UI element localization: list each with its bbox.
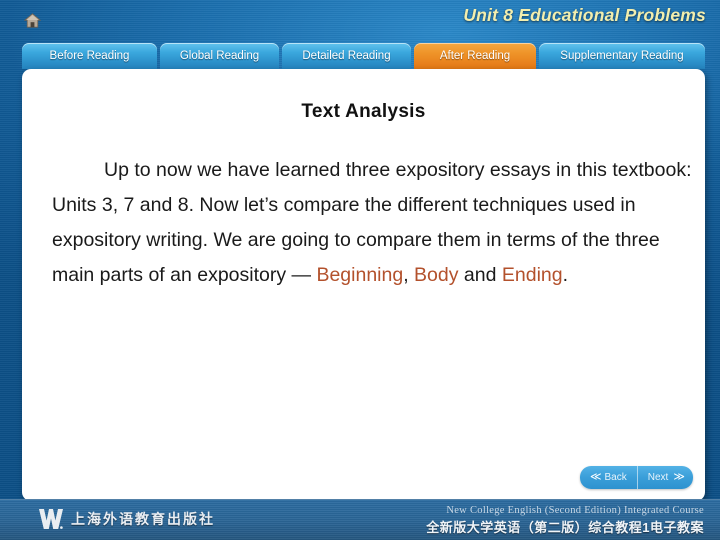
footer-bar: 上海外语教育出版社 New College English (Second Ed…	[0, 499, 720, 540]
course-title-cn: 全新版大学英语（第二版）综合教程1电子教案	[426, 520, 704, 535]
back-button[interactable]: ≪ Back	[580, 466, 637, 489]
home-icon[interactable]	[24, 13, 41, 28]
highlight-body: Body	[414, 264, 459, 286]
tab-detailed-reading[interactable]: Detailed Reading	[282, 43, 411, 69]
highlight-ending: Ending	[501, 264, 563, 286]
body-paragraph: Up to now we have learned three exposito…	[52, 153, 699, 293]
paragraph-text-tail: .	[562, 264, 569, 286]
content-panel: Text Analysis Up to now we have learned …	[22, 69, 705, 501]
highlight-beginning: Beginning	[316, 264, 404, 286]
tab-bar: Before Reading Global Reading Detailed R…	[0, 43, 720, 70]
slide-root: Unit 8 Educational Problems Before Readi…	[0, 0, 720, 540]
chevron-double-left-icon: ≪	[590, 471, 601, 483]
section-heading: Text Analysis	[301, 101, 426, 122]
tab-after-reading[interactable]: After Reading	[414, 43, 536, 69]
w-logo-icon	[38, 508, 64, 530]
nav-button-group: ≪ Back Next ≫	[580, 466, 693, 489]
tab-global-reading[interactable]: Global Reading	[160, 43, 279, 69]
publisher-block: 上海外语教育出版社	[38, 508, 215, 530]
chevron-double-right-icon: ≫	[673, 471, 684, 483]
paragraph-sep-2: and	[458, 264, 502, 286]
publisher-name: 上海外语教育出版社	[71, 511, 215, 527]
header-bar: Unit 8 Educational Problems	[0, 0, 720, 40]
page-title: Unit 8 Educational Problems	[463, 5, 706, 25]
course-info-block: New College English (Second Edition) Int…	[426, 505, 704, 536]
course-title-en: New College English (Second Edition) Int…	[446, 505, 704, 516]
tab-before-reading[interactable]: Before Reading	[22, 43, 157, 69]
next-button-label: Next	[647, 472, 669, 483]
back-button-label: Back	[604, 472, 627, 483]
tab-supplementary-reading[interactable]: Supplementary Reading	[539, 43, 705, 69]
next-button[interactable]: Next ≫	[636, 466, 693, 489]
paragraph-sep-1: ,	[403, 264, 415, 286]
